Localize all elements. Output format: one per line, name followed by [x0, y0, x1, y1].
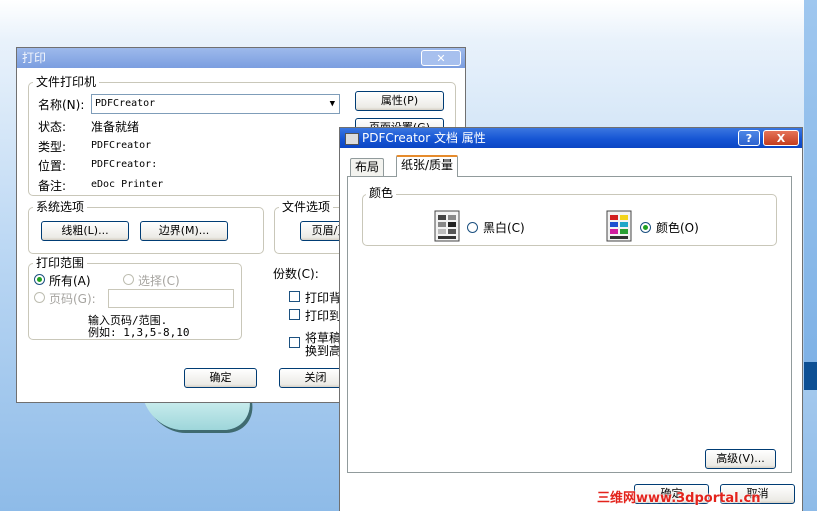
print-to-label: 打印到 — [305, 309, 342, 323]
help-icon[interactable]: ? — [738, 130, 760, 146]
range-pages-label: 页码(G): — [49, 292, 96, 306]
draft-checkbox[interactable] — [289, 337, 300, 348]
color-group-label: 颜色 — [366, 186, 397, 200]
status-value: 准备就绪 — [91, 120, 140, 134]
border-button[interactable]: 边界(M)... — [140, 221, 228, 241]
close-icon[interactable]: X — [763, 130, 799, 146]
range-all-label: 所有(A) — [49, 274, 91, 288]
copies-label: 份数(C): — [273, 267, 319, 281]
comment-label: 备注: — [38, 179, 67, 193]
printer-icon — [345, 132, 359, 145]
print-range-label: 打印范围 — [33, 256, 88, 270]
watermark: 三维网www.3dportal.cn — [597, 491, 761, 506]
system-options-label: 系统选项 — [33, 200, 88, 214]
range-selection-radio[interactable] — [123, 274, 134, 285]
ok-button[interactable]: 确定 — [184, 368, 257, 388]
range-selection-label: 选择(C) — [138, 274, 180, 288]
properties-dialog-title: PDFCreator 文档 属性 — [362, 131, 486, 145]
printer-name-select[interactable]: PDFCreator ▼ — [91, 94, 340, 114]
pages-input[interactable] — [108, 289, 234, 308]
print-to-checkbox[interactable] — [289, 309, 300, 320]
bw-radio[interactable] — [467, 222, 478, 233]
properties-button[interactable]: 属性(P) — [355, 91, 444, 111]
pages-hint-2: 例如: 1,3,5-8,10 — [88, 326, 190, 339]
comment-value: eDoc Printer — [91, 179, 164, 190]
location-label: 位置: — [38, 159, 67, 173]
print-background-label: 打印背 — [305, 291, 342, 305]
line-thickness-button[interactable]: 线粗(L)... — [41, 221, 129, 241]
tab-layout[interactable]: 布局 — [350, 158, 385, 176]
location-value: PDFCreator: — [91, 159, 158, 170]
advanced-button[interactable]: 高级(V)... — [705, 449, 776, 469]
printer-name-value: PDFCreator — [95, 98, 156, 109]
print-dialog-title: 打印 — [22, 51, 47, 65]
print-background-checkbox[interactable] — [289, 291, 300, 302]
range-all-radio[interactable] — [34, 274, 45, 285]
desktop-background — [804, 0, 817, 362]
range-pages-radio[interactable] — [34, 292, 45, 303]
status-label: 状态: — [38, 120, 67, 134]
desktop-taskbar-fragment — [804, 362, 817, 390]
type-label: 类型: — [38, 140, 67, 154]
type-value: PDFCreator — [91, 140, 152, 151]
bw-printer-icon — [434, 210, 460, 242]
color-printer-icon — [606, 210, 632, 242]
draft-label-2: 换到高 — [305, 344, 342, 358]
print-dialog-titlebar[interactable]: 打印 ✕ — [17, 48, 465, 68]
color-group — [362, 194, 777, 246]
printer-group-label: 文件打印机 — [33, 75, 100, 89]
properties-dialog: PDFCreator 文档 属性 ? X 布局 纸张/质量 颜色 黑白(C) 颜… — [339, 127, 803, 511]
chevron-down-icon: ▼ — [329, 99, 335, 109]
name-label: 名称(N): — [38, 98, 85, 112]
bw-label: 黑白(C) — [483, 221, 525, 235]
file-options-label: 文件选项 — [279, 200, 334, 214]
tab-panel-paper-quality: 颜色 黑白(C) 颜色(O) 高级(V)... — [347, 176, 792, 473]
color-radio[interactable] — [640, 222, 651, 233]
color-label: 颜色(O) — [656, 221, 699, 235]
properties-dialog-titlebar[interactable]: PDFCreator 文档 属性 ? X — [340, 128, 802, 148]
tab-paper-quality[interactable]: 纸张/质量 — [396, 155, 459, 177]
close-icon[interactable]: ✕ — [421, 50, 461, 66]
